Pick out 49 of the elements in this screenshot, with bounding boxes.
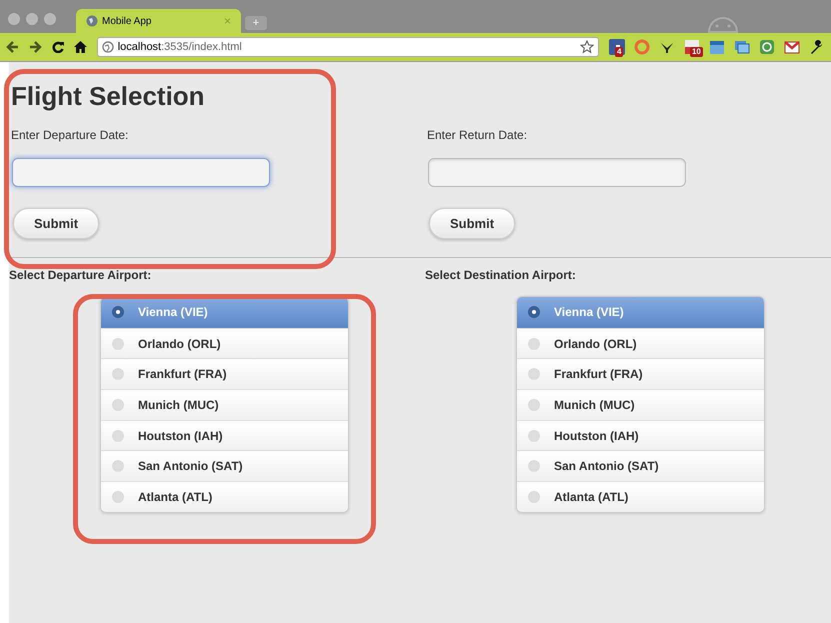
airport-option[interactable]: San Antonio (SAT) <box>517 450 764 482</box>
airport-option[interactable]: Orlando (ORL) <box>101 328 348 358</box>
date-input-field[interactable] <box>428 158 686 187</box>
radio-icon <box>112 338 124 350</box>
airport-option[interactable]: Munich (MUC) <box>517 389 764 420</box>
calendar-icon[interactable] <box>708 39 725 55</box>
radio-icon <box>528 398 540 411</box>
submit-button[interactable]: Submit <box>429 208 515 239</box>
address-text: localhost:3535/index.html <box>118 40 242 55</box>
airport-option[interactable]: Houtston (IAH) <box>101 420 348 450</box>
reload-icon[interactable] <box>52 41 64 53</box>
airport-option[interactable]: Orlando (ORL) <box>517 328 764 358</box>
radio-icon <box>528 368 540 380</box>
tab-title: Mobile App <box>102 14 152 28</box>
airport-option[interactable]: San Antonio (SAT) <box>101 450 348 482</box>
radio-icon <box>112 460 124 472</box>
airport-option[interactable]: Munich (MUC) <box>101 389 348 420</box>
airport-option[interactable]: Frankfurt (FRA) <box>101 358 348 390</box>
browser-tab[interactable]: Mobile App × <box>76 9 241 33</box>
star-icon[interactable] <box>580 40 594 54</box>
airport-option[interactable]: Houtston (IAH) <box>517 420 764 450</box>
radio-icon <box>112 430 124 442</box>
home-icon[interactable] <box>74 41 87 53</box>
window-icon[interactable] <box>734 39 750 55</box>
forward-icon[interactable] <box>28 41 42 53</box>
mail-icon[interactable] <box>784 39 800 55</box>
count-badge: 10 <box>690 47 703 57</box>
address-bar[interactable]: localhost:3535/index.html <box>96 37 599 57</box>
submit-button[interactable]: Submit <box>13 208 99 239</box>
radio-icon <box>112 306 124 318</box>
android-robot-icon <box>708 17 738 33</box>
airport-option[interactable]: Atlanta (ATL) <box>101 481 348 512</box>
page-title: Flight Selection <box>11 80 206 112</box>
back-icon[interactable] <box>6 41 19 53</box>
radio-icon <box>528 460 540 472</box>
radio-icon <box>112 398 124 411</box>
field-label: Enter Return Date: <box>427 127 528 144</box>
radio-icon <box>112 490 124 503</box>
airport-option[interactable]: Frankfurt (FRA) <box>517 358 764 390</box>
radio-icon <box>528 306 540 318</box>
radio-icon <box>528 490 540 503</box>
list-label: Select Destination Airport: <box>425 267 577 284</box>
field-label: Enter Departure Date: <box>11 127 130 144</box>
radio-icon <box>528 430 540 442</box>
date-input-field[interactable] <box>12 158 270 187</box>
list-label: Select Departure Airport: <box>9 267 152 284</box>
radio-icon <box>112 368 124 380</box>
airport-option[interactable]: Atlanta (ATL) <box>517 481 764 512</box>
radio-icon <box>528 338 540 350</box>
